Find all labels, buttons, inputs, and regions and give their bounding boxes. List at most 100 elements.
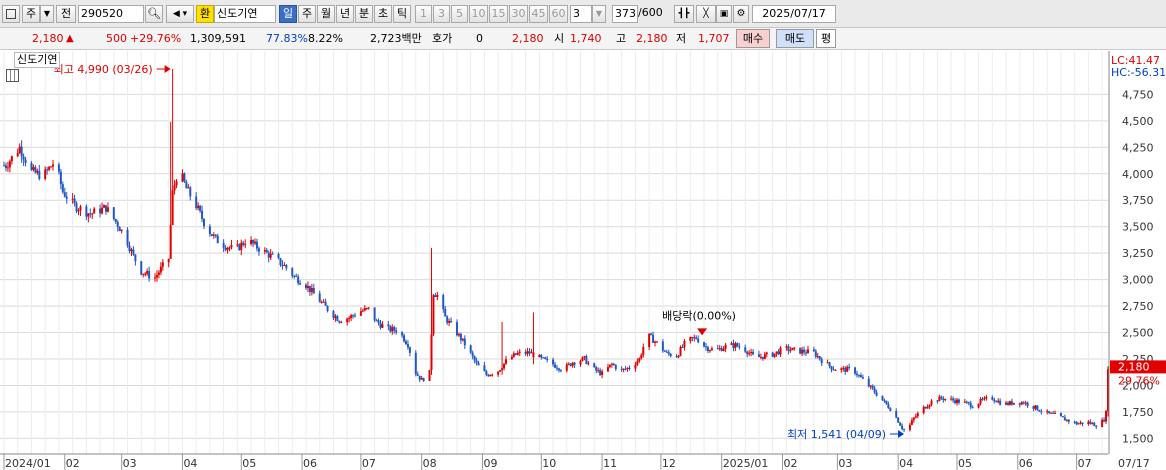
candle-body (428, 369, 431, 381)
candle-body (52, 164, 55, 167)
candle-body (377, 320, 380, 324)
candle-body (375, 320, 378, 322)
candle-body (367, 307, 370, 309)
candle-body (418, 375, 421, 380)
candle-body (1020, 402, 1023, 405)
candle-body (844, 367, 847, 372)
candle-body (812, 349, 815, 352)
candle-type-icon[interactable]: ┫┣ (674, 5, 694, 23)
candle-body (263, 249, 266, 252)
candle-body (1024, 402, 1027, 404)
candle-body (777, 351, 780, 355)
candle-body (250, 239, 253, 245)
candle-body (957, 399, 960, 403)
candle-body (48, 166, 51, 170)
candle-body (938, 396, 941, 402)
candle-body (724, 344, 727, 349)
candle-body (752, 351, 755, 355)
candle-body (546, 358, 549, 360)
code-input[interactable]: 290520 (78, 5, 144, 23)
candle-body (310, 288, 313, 293)
interval-dropdown-icon[interactable]: ▼ (592, 5, 606, 23)
x-tick-label: 06 (1019, 457, 1033, 470)
draw-tools-icon[interactable]: ╳ (696, 5, 716, 23)
candle-body (63, 192, 66, 197)
candle-body (636, 361, 639, 365)
period-tab-2[interactable]: 월 (317, 5, 335, 23)
candle-body (252, 239, 255, 244)
interval-button-10[interactable]: 10 (469, 5, 488, 23)
count-max: /600 (638, 6, 663, 19)
period-tab-3[interactable]: 년 (336, 5, 354, 23)
candle-body (597, 370, 600, 372)
stock-name-field: 신도기연 (214, 5, 276, 23)
candle-body (161, 262, 164, 267)
table-icon[interactable] (6, 69, 19, 82)
period-tab-4[interactable]: 분 (355, 5, 373, 23)
price-change-pct: +29.76% (130, 32, 182, 45)
interval-button-5[interactable]: 5 (451, 5, 468, 23)
save-icon[interactable]: ▣ (716, 5, 732, 23)
layout-icon[interactable] (2, 5, 20, 23)
period-tab-1[interactable]: 주 (298, 5, 316, 23)
interval-button-15[interactable]: 15 (489, 5, 508, 23)
settings-icon[interactable]: ⚙ (733, 5, 749, 23)
candle-body (8, 161, 11, 168)
candle-body (210, 234, 213, 236)
candle-body (663, 350, 666, 352)
period-tab-0[interactable]: 일 (279, 5, 297, 23)
buy-button[interactable]: 매수 (736, 29, 770, 48)
candle-body (689, 337, 692, 341)
candle-body (1054, 412, 1057, 414)
count-input[interactable]: 373 (612, 5, 638, 23)
interval-button-1[interactable]: 1 (415, 5, 432, 23)
candle-body (1093, 422, 1096, 427)
candle-body (679, 347, 682, 356)
candle-body (748, 352, 751, 355)
period-button[interactable]: 주 (22, 5, 40, 23)
candle-body (159, 266, 162, 273)
speaker-icon[interactable]: ◀ ▾ (166, 5, 194, 23)
period-tab-6[interactable]: 틱 (393, 5, 411, 23)
candle-body (691, 337, 694, 339)
down-arrow-icon[interactable]: ▼ (40, 5, 54, 23)
candle-body (910, 420, 913, 425)
date-field[interactable]: 2025/07/17 (752, 5, 836, 23)
candle-body (1012, 402, 1015, 405)
candle-body (475, 360, 478, 363)
candle-body (173, 185, 176, 191)
candle-body (140, 261, 143, 275)
candle-body (924, 406, 927, 409)
y-tick-label: 2,500 (1122, 327, 1154, 340)
annotation-marker (697, 328, 708, 336)
price-chart[interactable]: 최고 4,990 (03/26) 최저 1,541 (04/09) 배당락(0.00… (0, 51, 1166, 470)
avg-button[interactable]: 평 (816, 29, 836, 48)
candle-body (499, 370, 502, 372)
candle-body (857, 375, 860, 377)
search-icon[interactable]: 🔍︎ (145, 5, 163, 23)
custom-interval-input[interactable]: 3 (570, 5, 592, 23)
interval-button-30[interactable]: 30 (509, 5, 528, 23)
candle-body (93, 208, 96, 214)
interval-button-3[interactable]: 3 (433, 5, 450, 23)
interval-button-45[interactable]: 45 (529, 5, 548, 23)
candle-body (487, 375, 490, 377)
prev-button[interactable]: 전 (56, 5, 76, 23)
candle-body (485, 371, 488, 376)
candle-body (922, 406, 925, 414)
candle-body (1052, 412, 1055, 414)
candle-body (887, 404, 890, 409)
candle-body (775, 351, 778, 354)
period-tab-5[interactable]: 초 (374, 5, 392, 23)
candle-body (830, 366, 833, 370)
sell-button[interactable]: 매도 (776, 29, 814, 48)
candle-body (365, 308, 368, 310)
grid (0, 51, 1108, 454)
candle-body (1026, 402, 1029, 407)
candle-body (477, 362, 480, 366)
interval-button-60[interactable]: 60 (549, 5, 568, 23)
candle-body (408, 347, 411, 353)
candle-body (1034, 405, 1037, 409)
candle-body (334, 316, 337, 318)
ratio: 8.22% (308, 32, 343, 45)
